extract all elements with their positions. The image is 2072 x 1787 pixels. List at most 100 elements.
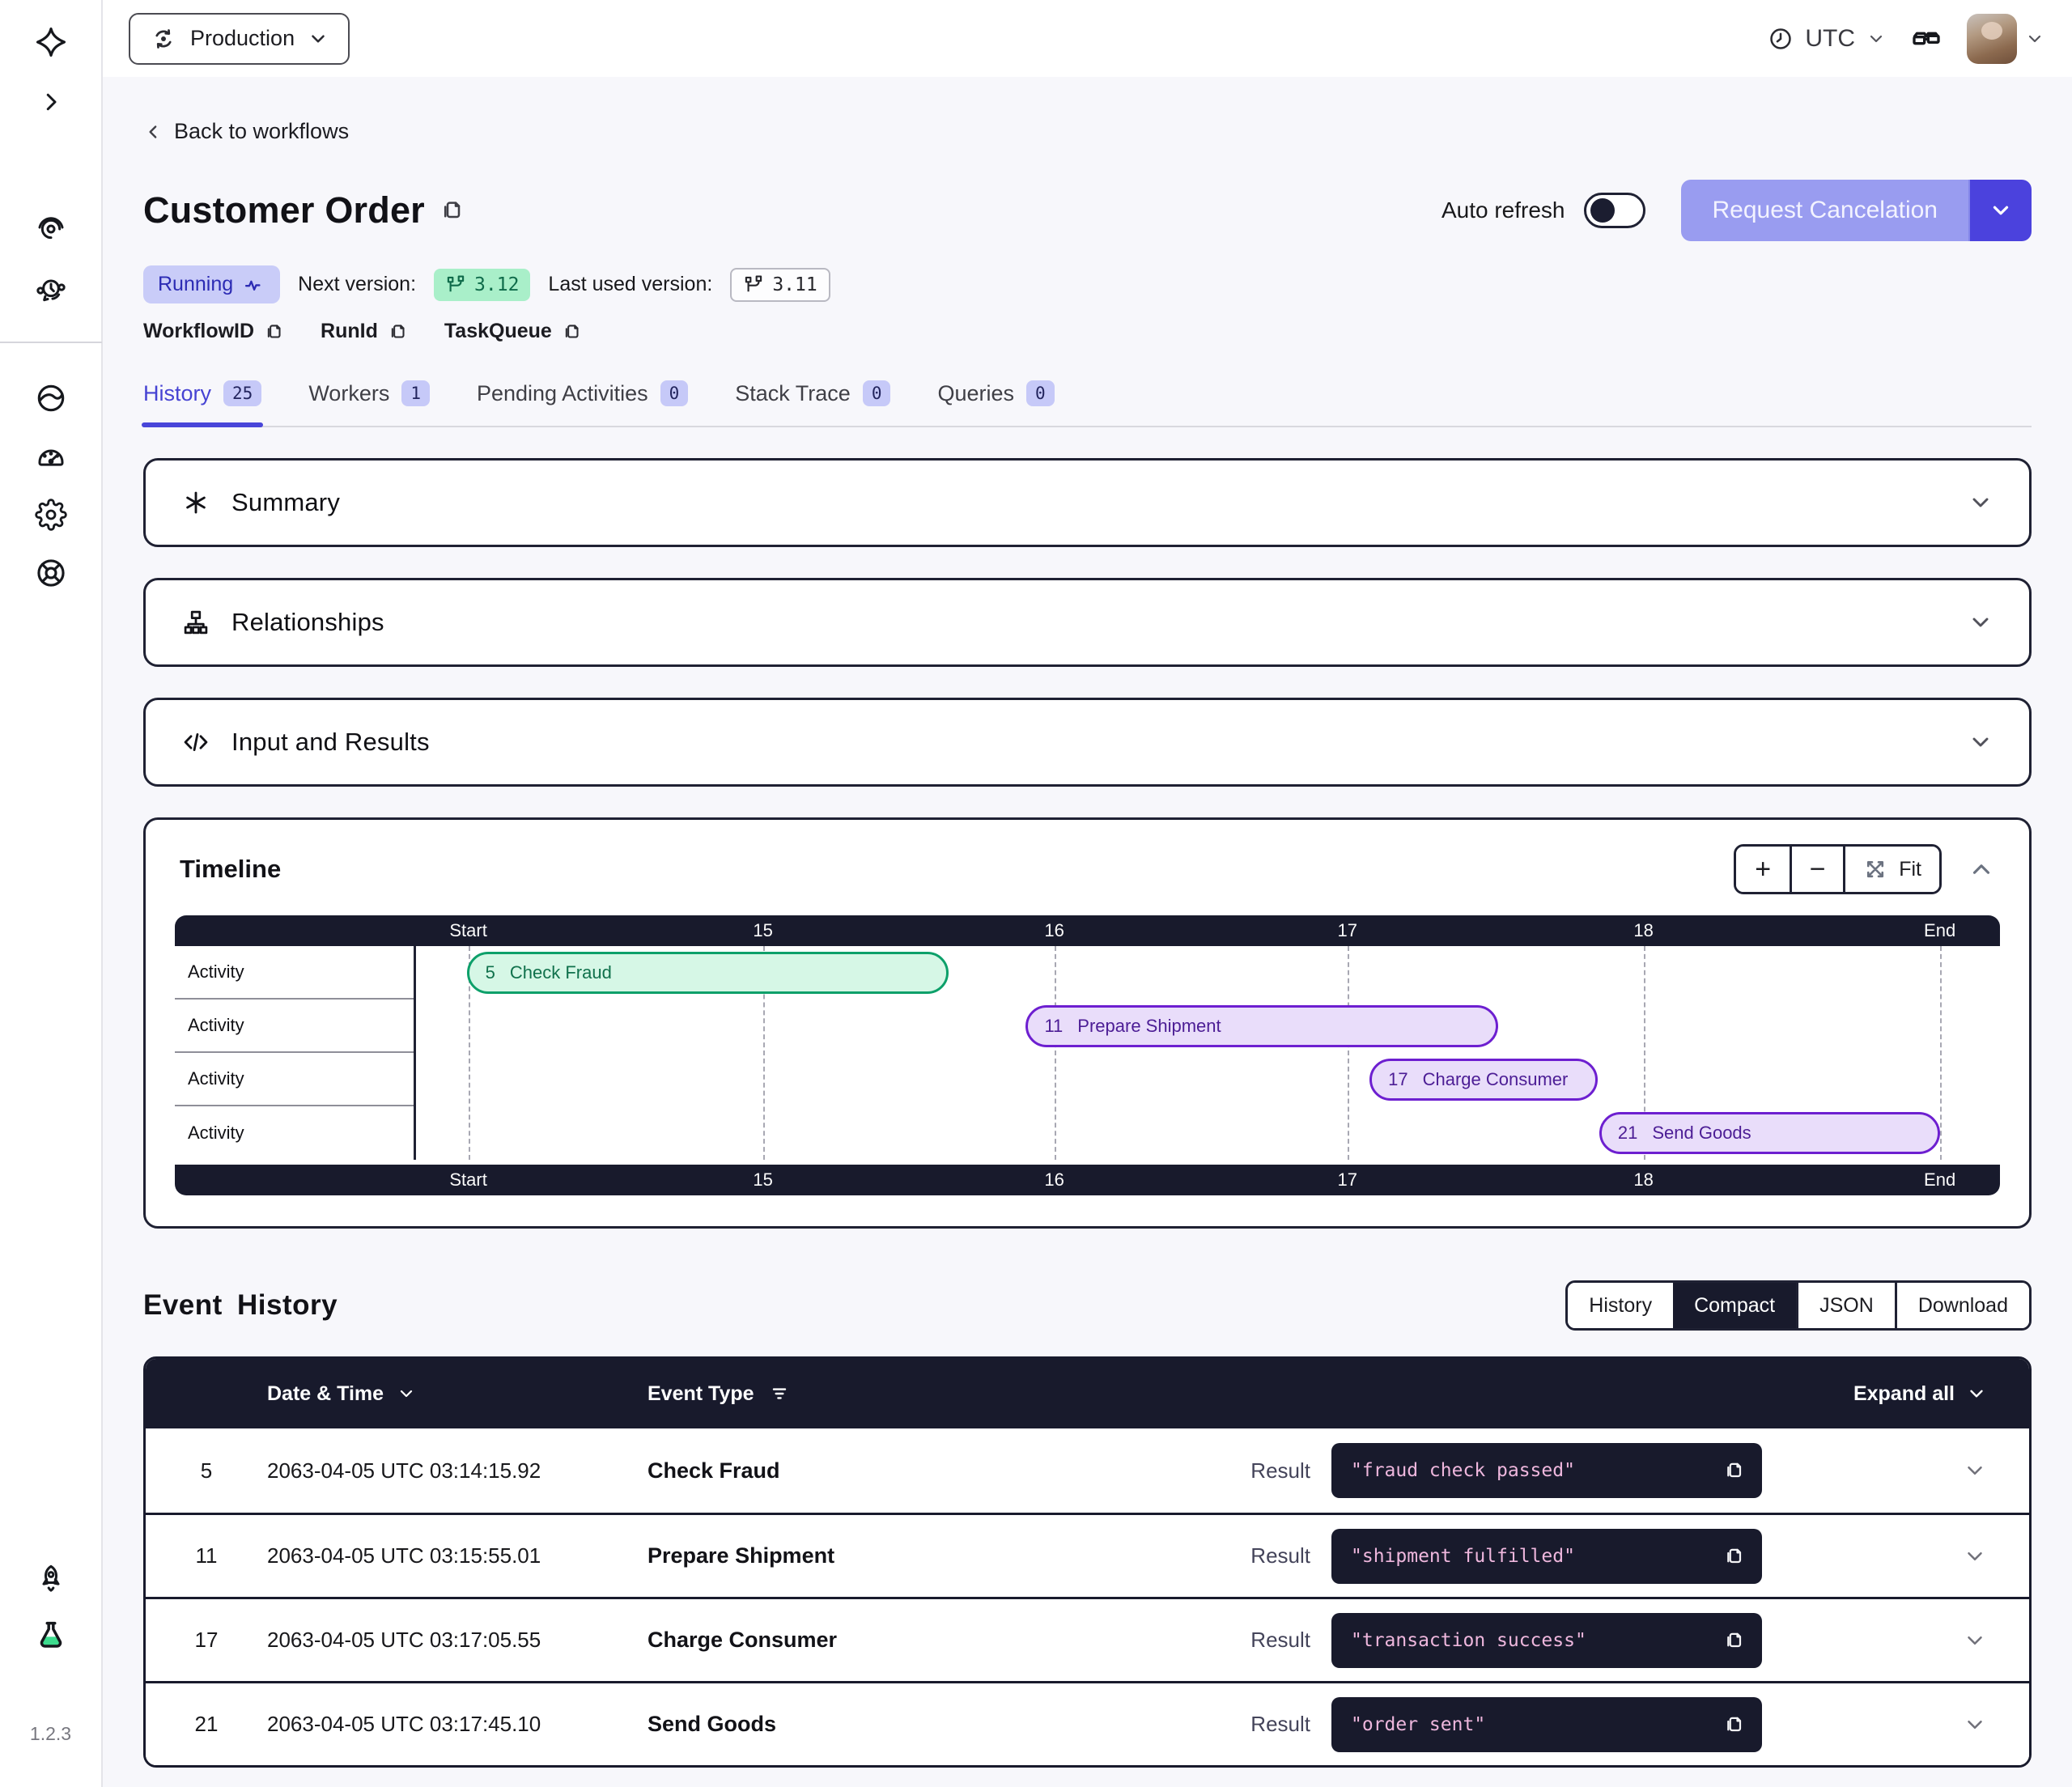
event-datetime: 2063-04-05 UTC 03:15:55.01 [267,1543,648,1568]
sidebar: 1.2.3 [0,0,103,1787]
summary-section[interactable]: Summary [143,458,2032,547]
tab-label: Workers [308,381,389,406]
axis-tick: End [1924,1169,1955,1191]
event-row[interactable]: 11 2063-04-05 UTC 03:15:55.01 Prepare Sh… [146,1513,2029,1597]
row-expand-chevron-icon[interactable] [1963,1458,1987,1483]
event-row[interactable]: 21 2063-04-05 UTC 03:17:45.10 Send Goods… [146,1681,2029,1765]
request-cancelation-button[interactable]: Request Cancelation [1681,180,1968,241]
settings-gear-icon[interactable] [33,497,69,533]
tab-history[interactable]: History 25 [143,380,261,406]
event-row[interactable]: 17 2063-04-05 UTC 03:17:05.55 Charge Con… [146,1597,2029,1681]
filter-icon[interactable] [769,1383,790,1404]
sidebar-expand-chevron-icon[interactable] [33,84,69,120]
axis-tick: Start [449,920,486,941]
timeline-bar-check-fraud[interactable]: 5 Check Fraud [467,952,949,994]
relationships-section[interactable]: Relationships [143,578,2032,667]
column-event-type[interactable]: Event Type [648,1382,754,1406]
namespace-label: Production [190,26,295,51]
last-version-value: 3.11 [772,274,817,295]
result-value-box: "shipment fulfilled" [1331,1529,1762,1584]
copy-result-icon[interactable] [1723,1545,1746,1568]
view-history-button[interactable]: History [1568,1283,1673,1328]
nexus-swirl-icon[interactable] [33,380,69,416]
timeline-row-label: Activity [175,1106,414,1160]
task-queue-label: TaskQueue [444,320,552,343]
copy-result-icon[interactable] [1723,1459,1746,1482]
schedules-clock-icon[interactable] [33,272,69,308]
result-value-box: "fraud check passed" [1331,1443,1762,1498]
zoom-in-button[interactable]: + [1736,847,1790,892]
row-expand-chevron-icon[interactable] [1963,1544,1987,1568]
chevron-left-icon [143,121,164,142]
zoom-fit-button[interactable]: Fit [1843,847,1939,892]
row-expand-chevron-icon[interactable] [1963,1628,1987,1653]
copy-title-icon[interactable] [439,197,465,223]
tab-count-badge: 0 [1026,380,1055,406]
view-compact-button[interactable]: Compact [1673,1283,1796,1328]
timeline-bar-send-goods[interactable]: 21 Send Goods [1599,1112,1940,1154]
table-header: Date & Time Event Type Expand all [146,1359,2029,1428]
auto-refresh-label: Auto refresh [1441,197,1565,223]
chevron-down-icon [1968,490,1993,516]
copy-result-icon[interactable] [1723,1629,1746,1652]
timeline-bar-charge-consumer[interactable]: 17 Charge Consumer [1369,1059,1598,1101]
namespace-selector[interactable]: Production [129,13,350,65]
result-value: "shipment fulfilled" [1351,1546,1575,1567]
expand-all-label: Expand all [1853,1382,1955,1406]
tab-workers[interactable]: Workers 1 [308,380,430,406]
workflows-spiral-icon[interactable] [33,210,69,246]
copy-workflow-id-icon[interactable] [264,321,285,342]
support-lifebuoy-icon[interactable] [33,555,69,591]
axis-tick: End [1924,920,1955,941]
tab-pending-activities[interactable]: Pending Activities 0 [477,380,688,406]
chevron-down-icon [1989,198,2013,223]
input-results-section[interactable]: Input and Results [143,698,2032,787]
copy-run-id-icon[interactable] [388,321,409,342]
view-download-button[interactable]: Download [1895,1283,2029,1328]
event-datetime: 2063-04-05 UTC 03:17:05.55 [267,1628,648,1653]
section-label: Input and Results [231,728,430,757]
copy-task-queue-icon[interactable] [562,321,583,342]
user-menu-chevron-icon[interactable] [2025,29,2044,49]
timeline-row-labels: Activity Activity Activity Activity [175,946,416,1160]
status-badge: Running [143,265,280,303]
result-value: "fraud check passed" [1351,1460,1575,1481]
cancelation-menu-button[interactable] [1968,180,2032,241]
tab-queries[interactable]: Queries 0 [937,380,1054,406]
event-number: 17 [1388,1069,1408,1090]
tab-label: Pending Activities [477,381,648,406]
usage-gauge-icon[interactable] [33,439,69,474]
getting-started-rocket-icon[interactable] [33,1561,69,1597]
section-label: Summary [231,488,340,517]
user-avatar[interactable] [1967,14,2017,64]
asterisk-icon [181,488,210,517]
axis-tick: 18 [1633,920,1653,941]
temporal-logo-icon[interactable] [33,24,69,60]
column-date-time[interactable]: Date & Time [267,1382,384,1406]
sort-chevron-icon[interactable] [397,1384,416,1403]
clock-icon [1768,26,1794,52]
timezone-selector[interactable]: UTC [1768,25,1886,53]
view-json-button[interactable]: JSON [1796,1283,1895,1328]
result-value: "transaction success" [1351,1630,1586,1651]
labs-flask-icon[interactable] [33,1618,69,1653]
event-history-table: Date & Time Event Type Expand all 5 2063… [143,1356,2032,1768]
copy-result-icon[interactable] [1723,1713,1746,1736]
event-row[interactable]: 5 2063-04-05 UTC 03:14:15.92 Check Fraud… [146,1428,2029,1513]
timeline-bar-prepare-shipment[interactable]: 11 Prepare Shipment [1025,1005,1497,1047]
result-value-box: "order sent" [1331,1697,1762,1752]
auto-refresh-toggle[interactable] [1584,193,1645,228]
expand-all-button[interactable]: Expand all [1853,1382,2029,1406]
zoom-out-button[interactable]: − [1790,847,1843,892]
event-label: Send Goods [1652,1123,1751,1144]
tab-stack-trace[interactable]: Stack Trace 0 [735,380,890,406]
timeline-collapse-chevron-icon[interactable] [1968,855,1995,883]
event-datetime: 2063-04-05 UTC 03:17:45.10 [267,1712,648,1737]
page-title: Customer Order [143,189,425,231]
row-expand-chevron-icon[interactable] [1963,1713,1987,1737]
axis-tick: 15 [753,1169,772,1191]
fit-label: Fit [1899,858,1921,881]
timeline-axis-bottom: Start 15 16 17 18 End [175,1165,2000,1195]
labs-glasses-icon[interactable] [1910,23,1942,55]
back-to-workflows-link[interactable]: Back to workflows [143,119,349,144]
